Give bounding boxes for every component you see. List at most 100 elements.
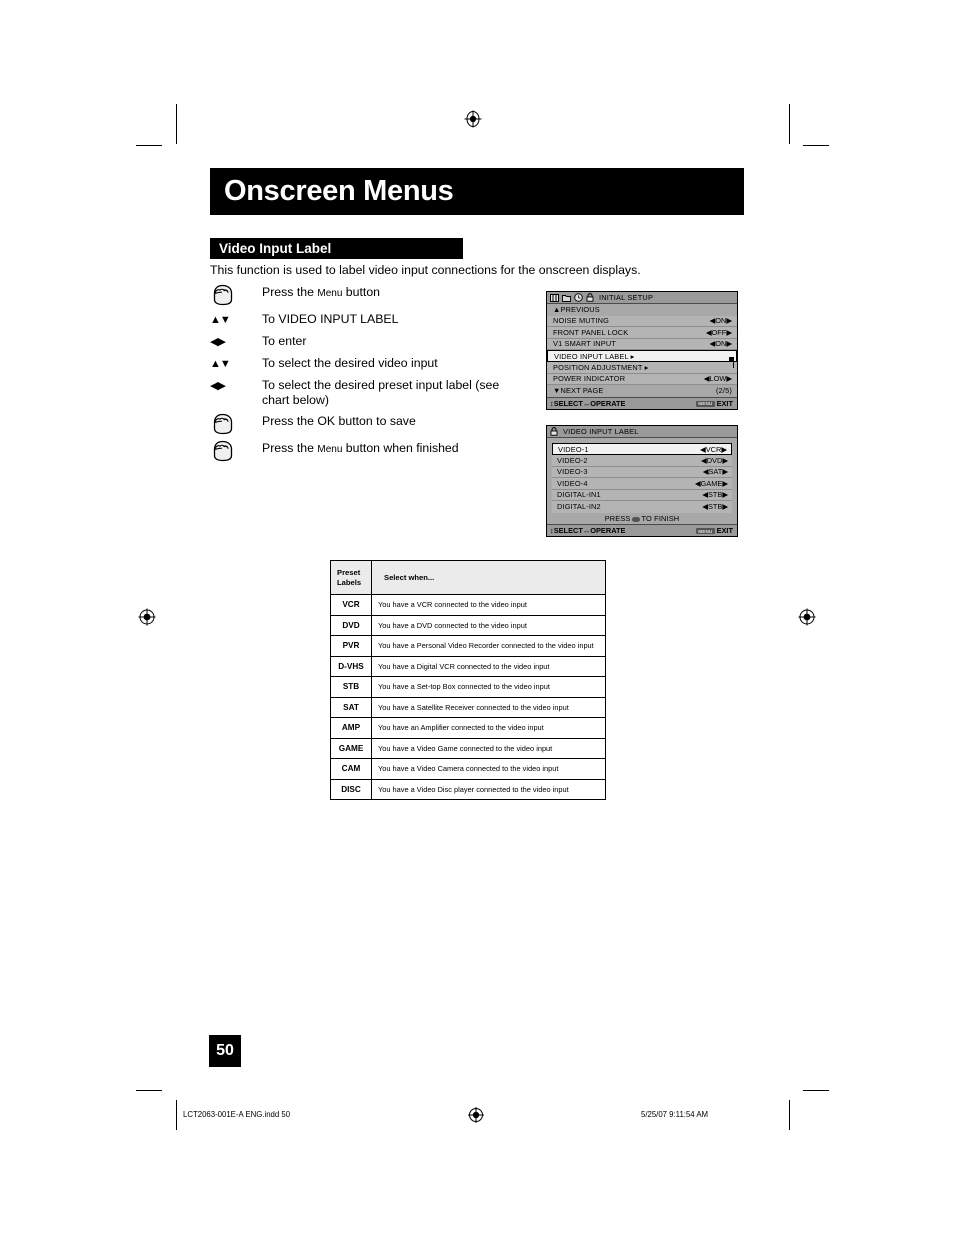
osd-finish-hint: PRESS TO FINISH [547, 512, 737, 524]
table-cell-label: DISC [330, 778, 372, 800]
hand-press-icon [210, 439, 262, 462]
crop-mark-top-left-vertical [176, 104, 177, 144]
step-text-pre: To VIDEO INPUT LABEL [262, 312, 399, 326]
osd-initial-setup[interactable]: INITIAL SETUP ▲PREVIOUS NOISE MUTING ◀ON… [546, 291, 738, 410]
table-cell-desc: You have a VCR connected to the video in… [371, 594, 606, 616]
osd-footer-bar: ↕SELECT↔OPERATE MENU EXIT [547, 396, 737, 409]
osd-row-label: FRONT PANEL LOCK [553, 327, 629, 337]
up-down-arrows-glyph: ▲▼ [210, 358, 231, 370]
registration-target-icon [468, 1107, 484, 1123]
step-item: Press the Menu button when finished [210, 439, 530, 462]
hand-press-icon [210, 412, 262, 435]
osd-row-value[interactable]: ◀DVD▶ [701, 456, 728, 465]
osd-row-value[interactable]: ◀LOW▶ [704, 374, 732, 383]
osd-footer-exit[interactable]: MENU EXIT [696, 526, 733, 535]
step-text-pre: Press the OK button to save [262, 414, 416, 428]
osd-footer-help: ↕SELECT↔OPERATE [550, 398, 626, 408]
osd-row-value[interactable]: ◀SAT▶ [703, 467, 728, 476]
osd-row-value[interactable]: ◀OFF▶ [706, 328, 732, 337]
table-row: GAME You have a Video Game connected to … [330, 737, 606, 759]
osd-row-label: V1 SMART INPUT [553, 339, 617, 349]
osd-row-front-panel-lock[interactable]: FRONT PANEL LOCK ◀OFF▶ [547, 327, 737, 339]
osd-page-counter: (2/5) [716, 386, 732, 396]
osd-row-value[interactable]: ◀GAME▶ [695, 479, 728, 488]
registration-target-icon [138, 608, 156, 626]
osd-footer-help: ↕SELECT↔OPERATE [550, 526, 626, 535]
registration-target-top [464, 110, 482, 128]
section-title: Video Input Label [219, 241, 332, 256]
osd-row-label: VIDEO-3 [557, 467, 588, 477]
osd-row-v1-smart-input[interactable]: V1 SMART INPUT ◀ON▶ [547, 338, 737, 350]
table-head: Preset Labels Select when... [330, 560, 606, 595]
up-down-arrows-icon: ▲▼ [210, 310, 262, 328]
document-page: Onscreen Menus Video Input Label This fu… [0, 0, 954, 1235]
crop-mark-top-right-vertical [789, 104, 790, 144]
osd-row-value[interactable]: ◀STB▶ [702, 502, 728, 511]
table-row: VCR You have a VCR connected to the vide… [330, 594, 606, 616]
osd-row-video-1[interactable]: VIDEO-1 ◀VCR▶ [552, 443, 732, 455]
osd-row-label: VIDEO-1 [558, 444, 589, 454]
step-text-pre: To enter [262, 334, 307, 348]
table-cell-label: AMP [330, 717, 372, 739]
crop-mark-bottom-left-vertical [176, 1100, 177, 1130]
osd-row-position-adjustment[interactable]: POSITION ADJUSTMENT ▸ [547, 362, 737, 374]
table-cell-desc: You have an Amplifier connected to the v… [371, 717, 606, 739]
table-cell-desc: You have a DVD connected to the video in… [371, 614, 606, 636]
footer-file-name: LCT2063-001E-A ENG.indd 50 [183, 1110, 291, 1119]
osd-row-video-2[interactable]: VIDEO-2 ◀DVD▶ [552, 455, 732, 467]
osd-footer-bar: ↕SELECT↔OPERATE MENU EXIT [547, 524, 737, 536]
step-text: Press the OK button to save [262, 412, 416, 429]
registration-target-icon [798, 608, 816, 626]
table-cell-label: GAME [330, 737, 372, 759]
osd-row-label: POWER INDICATOR [553, 374, 626, 384]
osd-row-value[interactable]: ◀VCR▶ [700, 445, 727, 454]
step-text: To VIDEO INPUT LABEL [262, 310, 398, 327]
left-right-arrows-glyph: ◀▶ [210, 336, 226, 348]
osd-row-video-input-label[interactable]: VIDEO INPUT LABEL ▸ [547, 350, 737, 362]
osd-row-value[interactable]: ◀STB▶ [702, 490, 728, 499]
left-right-arrows-icon: ◀▶ [210, 332, 262, 350]
osd-footer-exit[interactable]: MENU EXIT [696, 399, 733, 408]
table-row: PVR You have a Personal Video Recorder c… [330, 635, 606, 657]
step-text-pre: To select the desired preset input label… [262, 378, 500, 407]
osd-row-previous[interactable]: ▲PREVIOUS [547, 304, 737, 316]
step-text-pre: Press the [262, 441, 318, 455]
osd-next-page-label: ▼NEXT PAGE [553, 386, 604, 396]
step-text-pre: Press the [262, 285, 318, 299]
table-cell-label: STB [330, 676, 372, 698]
step-text: Press the Menu button [262, 283, 380, 301]
table-cell-label: VCR [330, 594, 372, 616]
osd-title-bar: VIDEO INPUT LABEL [547, 426, 737, 438]
table-cell-desc: You have a Satellite Receiver connected … [371, 696, 606, 718]
osd-row-label: DIGITAL-IN2 [557, 502, 601, 512]
osd-row-label: POSITION ADJUSTMENT ▸ [553, 362, 649, 372]
osd-row-digital-in2[interactable]: DIGITAL-IN2 ◀STB▶ [552, 501, 732, 513]
osd-row-power-indicator[interactable]: POWER INDICATOR ◀LOW▶ [547, 373, 737, 385]
osd-row-video-4[interactable]: VIDEO-4 ◀GAME▶ [552, 478, 732, 490]
osd-menu-body: ▲PREVIOUS NOISE MUTING ◀ON▶ FRONT PANEL … [547, 304, 737, 397]
osd-row-digital-in1[interactable]: DIGITAL-IN1 ◀STB▶ [552, 489, 732, 501]
step-text: To enter [262, 332, 306, 349]
osd-row-value[interactable]: ◀ON▶ [710, 316, 732, 325]
table-cell-desc: You have a Digital VCR connected to the … [371, 655, 606, 677]
osd-row-video-3[interactable]: VIDEO-3 ◀SAT▶ [552, 466, 732, 478]
step-item: ▲▼ To select the desired video input [210, 354, 530, 372]
table-row: DISC You have a Video Disc player connec… [330, 778, 606, 800]
table-body: VCR You have a VCR connected to the vide… [330, 594, 606, 800]
table-row: AMP You have an Amplifier connected to t… [330, 717, 606, 739]
hand-press-icon-glyph [213, 284, 233, 306]
preset-labels-table: Preset Labels Select when... VCR You have… [330, 560, 606, 800]
left-right-arrows-icon: ◀▶ [210, 376, 262, 394]
table-header-select-when: Select when... [371, 560, 606, 595]
osd-row-label: NOISE MUTING [553, 316, 609, 326]
osd-video-input-label[interactable]: VIDEO INPUT LABEL VIDEO-1 ◀VCR▶ VIDEO-2 … [546, 425, 738, 537]
osd-title-text: VIDEO INPUT LABEL [563, 427, 639, 436]
step-item: ◀▶ To select the desired preset input la… [210, 376, 530, 408]
table-cell-label: CAM [330, 758, 372, 780]
osd-row-value[interactable]: ◀ON▶ [710, 339, 732, 348]
osd-row-next-page[interactable]: ▼NEXT PAGE (2/5) [547, 385, 737, 397]
lock-icon [586, 293, 594, 302]
osd-row-noise-muting[interactable]: NOISE MUTING ◀ON▶ [547, 315, 737, 327]
table-cell-label: D-VHS [330, 655, 372, 677]
table-cell-desc: You have a Set-top Box connected to the … [371, 676, 606, 698]
